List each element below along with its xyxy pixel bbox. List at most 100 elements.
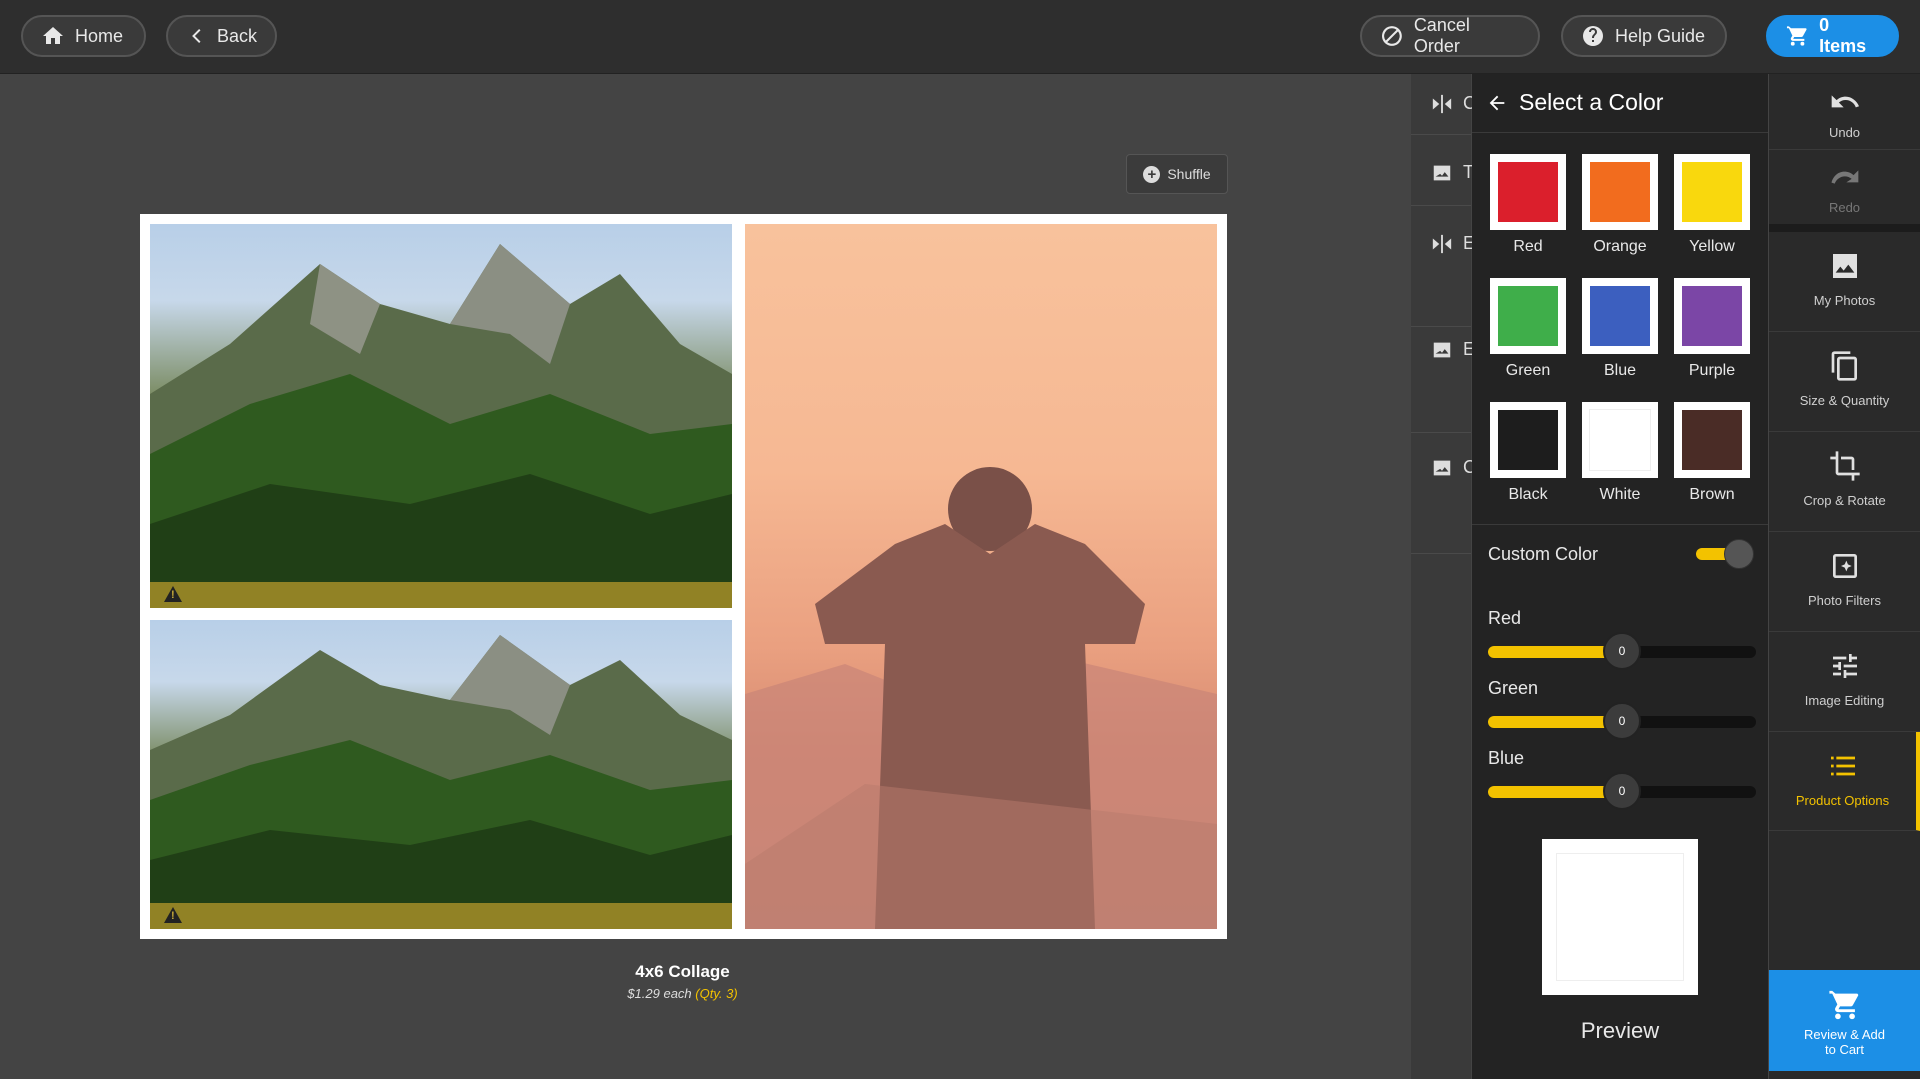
crop-rotate-icon bbox=[1829, 451, 1860, 481]
slider-label-blue: Blue bbox=[1488, 748, 1525, 768]
swatch-color bbox=[1498, 410, 1558, 470]
color-swatch-red[interactable]: Red bbox=[1490, 154, 1566, 256]
shuffle-label: Shuffle bbox=[1167, 166, 1211, 182]
home-label: Home bbox=[75, 25, 124, 46]
slider-blue[interactable]: 0 bbox=[1488, 772, 1756, 810]
warning-icon bbox=[164, 907, 182, 923]
swatch-label: Yellow bbox=[1689, 238, 1735, 255]
product-price: $1.29 each (Qty. 3) bbox=[540, 986, 825, 1001]
cancel-icon bbox=[1381, 26, 1402, 46]
undo-icon bbox=[1831, 95, 1859, 108]
collage-photo-slot-1[interactable] bbox=[150, 224, 732, 608]
color-swatch-white[interactable]: White bbox=[1582, 402, 1658, 504]
product-option-row-4[interactable]: E bbox=[1411, 327, 1475, 433]
image-editing-label: Image Editing bbox=[1804, 693, 1885, 708]
warning-icon bbox=[164, 586, 182, 602]
color-swatch-black[interactable]: Black bbox=[1490, 402, 1566, 504]
cancel-order-label: Cancel Order bbox=[1413, 15, 1470, 56]
review-cart-label-line1: Review & Add bbox=[1804, 1027, 1885, 1042]
swatch-frame bbox=[1490, 278, 1566, 354]
swatch-color bbox=[1589, 409, 1651, 471]
slider-thumb[interactable]: 0 bbox=[1603, 772, 1641, 810]
image-icon bbox=[1433, 460, 1451, 476]
swatch-color bbox=[1590, 286, 1650, 346]
swatch-label: Brown bbox=[1689, 486, 1735, 503]
review-add-to-cart-button[interactable]: Review & Add to Cart bbox=[1769, 970, 1920, 1071]
product-option-row-5[interactable]: C bbox=[1411, 433, 1476, 554]
back-button[interactable]: Back bbox=[166, 15, 277, 57]
cart-count-label: 0 Items bbox=[1819, 15, 1867, 56]
redo-button[interactable]: Redo bbox=[1769, 149, 1920, 225]
low-resolution-warning-bar bbox=[150, 903, 732, 929]
crop-rotate-button[interactable]: Crop & Rotate bbox=[1769, 432, 1920, 532]
swatch-frame bbox=[1674, 402, 1750, 478]
cart-icon bbox=[1786, 26, 1807, 46]
product-options-button[interactable]: Product Options bbox=[1769, 732, 1920, 831]
slider-label-red: Red bbox=[1488, 608, 1522, 628]
collage-photo-slot-3[interactable] bbox=[745, 224, 1217, 929]
custom-color-label: Custom Color bbox=[1488, 544, 1599, 564]
color-swatch-blue[interactable]: Blue bbox=[1582, 278, 1658, 380]
size-quantity-label: Size & Quantity bbox=[1799, 393, 1890, 408]
size-quantity-button[interactable]: Size & Quantity bbox=[1769, 332, 1920, 432]
collage-photo-slot-2[interactable] bbox=[150, 620, 732, 929]
my-photos-label: My Photos bbox=[1813, 293, 1876, 308]
image-icon bbox=[1433, 342, 1451, 358]
color-swatch-yellow[interactable]: Yellow bbox=[1674, 154, 1750, 256]
slider-thumb[interactable]: 0 bbox=[1603, 702, 1641, 740]
image-editing-button[interactable]: Image Editing bbox=[1769, 632, 1920, 732]
cart-icon bbox=[1828, 990, 1858, 1020]
custom-color-toggle[interactable] bbox=[1696, 539, 1754, 569]
swatch-frame bbox=[1582, 278, 1658, 354]
swatch-color bbox=[1682, 410, 1742, 470]
color-swatch-green[interactable]: Green bbox=[1490, 278, 1566, 380]
swatch-label: White bbox=[1599, 486, 1641, 503]
back-label: Back bbox=[216, 25, 257, 46]
undo-button[interactable]: Undo bbox=[1769, 74, 1920, 150]
slider-red[interactable]: 0 bbox=[1488, 632, 1756, 670]
cart-button[interactable]: 0 Items bbox=[1766, 15, 1899, 57]
sidebar-separator bbox=[1769, 224, 1920, 232]
swatch-color bbox=[1498, 286, 1558, 346]
help-guide-button[interactable]: Help Guide bbox=[1561, 15, 1727, 57]
top-bar: Home Back Cancel Order Help Guide 0 Item… bbox=[0, 0, 1920, 74]
swatch-label: Red bbox=[1513, 238, 1543, 255]
help-icon bbox=[1583, 26, 1603, 46]
color-swatch-purple[interactable]: Purple bbox=[1674, 278, 1750, 380]
flip-icon bbox=[1432, 94, 1452, 114]
home-button[interactable]: Home bbox=[21, 15, 146, 57]
product-option-row-3[interactable]: E bbox=[1411, 206, 1475, 327]
divider bbox=[1472, 524, 1768, 525]
editor-sidebar: Undo Redo My Photos Size & Quantity Crop… bbox=[1769, 74, 1920, 1079]
my-photos-button[interactable]: My Photos bbox=[1769, 232, 1920, 332]
photo-filters-label: Photo Filters bbox=[1808, 593, 1881, 608]
product-option-row-1[interactable]: C bbox=[1411, 74, 1476, 135]
sparkle-icon bbox=[1832, 554, 1857, 578]
redo-label: Redo bbox=[1828, 200, 1861, 215]
crop-rotate-label: Crop & Rotate bbox=[1803, 493, 1886, 508]
list-options-icon bbox=[1830, 756, 1855, 776]
cancel-order-button[interactable]: Cancel Order bbox=[1360, 15, 1540, 57]
color-preview-swatch bbox=[1556, 853, 1684, 981]
product-title: 4x6 Collage bbox=[635, 962, 730, 981]
panel-title: Select a Color bbox=[1519, 89, 1664, 115]
quantity-count: (Qty. 3) bbox=[695, 986, 738, 1001]
photo-filters-button[interactable]: Photo Filters bbox=[1769, 532, 1920, 632]
low-resolution-warning-bar bbox=[150, 582, 732, 608]
mountain-photo bbox=[150, 244, 732, 608]
slider-green[interactable]: 0 bbox=[1488, 702, 1756, 740]
color-swatch-orange[interactable]: Orange bbox=[1582, 154, 1658, 256]
help-guide-label: Help Guide bbox=[1615, 25, 1706, 46]
swatch-label: Green bbox=[1505, 362, 1551, 379]
sliders-icon bbox=[1832, 654, 1857, 678]
swatch-frame bbox=[1582, 154, 1658, 230]
slider-thumb[interactable]: 0 bbox=[1603, 632, 1641, 670]
color-swatch-brown[interactable]: Brown bbox=[1674, 402, 1750, 504]
swatch-color bbox=[1590, 162, 1650, 222]
product-option-row-2[interactable]: T bbox=[1411, 135, 1474, 206]
panel-back-button[interactable] bbox=[1486, 92, 1508, 114]
shuffle-button[interactable]: + Shuffle bbox=[1126, 154, 1228, 194]
slider-fill bbox=[1488, 786, 1622, 798]
collage-preview bbox=[140, 214, 1227, 939]
toggle-knob bbox=[1724, 539, 1754, 569]
